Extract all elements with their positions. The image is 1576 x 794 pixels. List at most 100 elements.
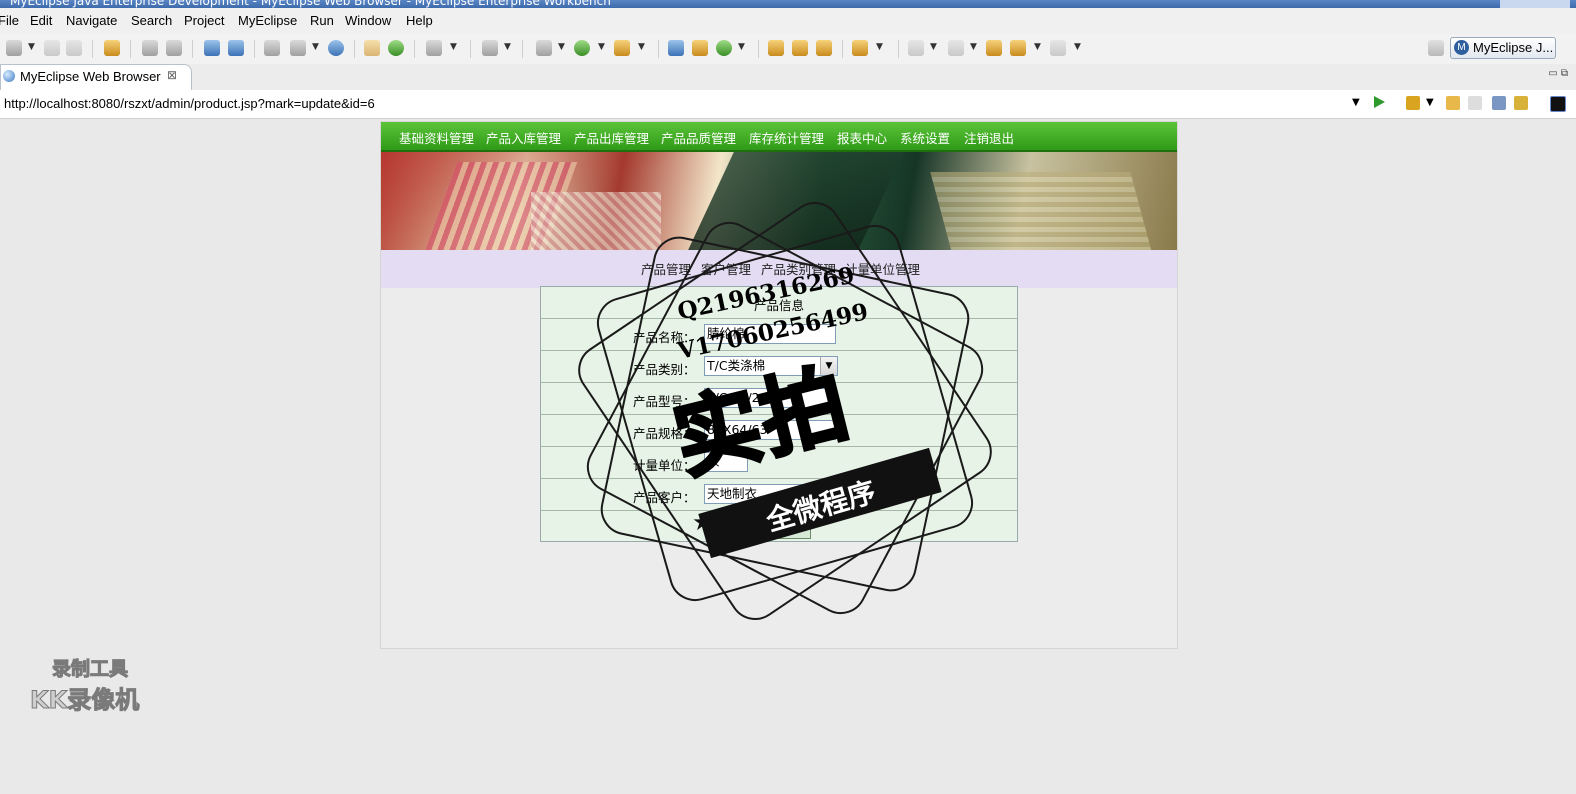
window-controls[interactable] [1500,0,1570,8]
new-icon[interactable] [6,40,22,56]
go-icon[interactable] [1374,96,1385,108]
form-title: 产品信息 [753,298,804,313]
menu-project[interactable]: Project [184,13,224,28]
deploy-icon[interactable] [264,40,280,56]
nav-item-quality[interactable]: 产品品质管理 [661,128,736,147]
menu-bar: File Edit Navigate Search Project MyEcli… [0,8,1576,34]
folder-icon[interactable] [852,40,868,56]
open-folder-icon[interactable] [364,40,380,56]
menu-edit[interactable]: Edit [30,13,52,28]
tab-web-browser[interactable]: MyEclipse Web Browser ⊠ [0,64,192,90]
nav-item-stock-out[interactable]: 产品出库管理 [574,128,649,147]
chevron-down-icon[interactable]: ▼ [820,357,837,375]
form-row: 产品名称： 腈纶棉 [541,319,1017,351]
unit-select[interactable]: 米 [704,452,748,472]
stop-icon[interactable] [1492,96,1506,110]
chevron-down-icon[interactable]: ▼ [1074,42,1081,52]
toolbar-separator [842,40,843,58]
nav-item-inventory[interactable]: 库存统计管理 [749,128,824,147]
product-spec-field[interactable]: 88X64/63 [704,420,836,440]
menu-file[interactable]: File [0,13,19,28]
chevron-down-icon[interactable]: ▼ [876,42,883,52]
back-arrow-icon[interactable] [1010,40,1026,56]
minimize-maximize-icon[interactable]: ▭ ⧉ [1548,68,1568,79]
package-icon[interactable] [104,40,120,56]
chevron-down-icon[interactable]: ▼ [312,42,319,52]
console-icon[interactable] [1550,96,1566,112]
debug-icon[interactable] [536,40,552,56]
chevron-down-icon[interactable]: ▼ [1426,97,1434,108]
bug-icon[interactable] [142,40,158,56]
camera-icon[interactable] [426,40,442,56]
open-type-icon[interactable] [768,40,784,56]
perspective-label: MyEclipse J... [1473,40,1554,55]
open-resource-icon[interactable] [792,40,808,56]
chevron-down-icon[interactable]: ▼ [504,42,511,52]
back-arrow-icon[interactable] [1446,96,1460,110]
nav-item-logout[interactable]: 注销退出 [964,128,1014,147]
menu-help[interactable]: Help [406,13,433,28]
menu-run[interactable]: Run [310,13,334,28]
wizard-icon[interactable] [204,40,220,56]
menu-window[interactable]: Window [345,13,391,28]
subnav-item-units[interactable]: 计量单位管理 [845,259,920,278]
chevron-down-icon[interactable]: ▼ [450,42,457,52]
url-input[interactable]: http://localhost:8080/rszxt/admin/produc… [4,96,375,111]
chevron-down-icon[interactable]: ▼ [930,42,937,52]
new-type-icon[interactable] [692,40,708,56]
open-perspective-icon[interactable] [1428,40,1444,56]
new-package-icon[interactable] [668,40,684,56]
toolbar-separator [898,40,899,58]
edit-wizard-icon[interactable] [228,40,244,56]
perspective-switcher[interactable]: M MyEclipse J... [1450,37,1556,59]
nav-item-settings[interactable]: 系统设置 [900,128,950,147]
chevron-down-icon[interactable]: ▼ [1352,97,1360,108]
globe-icon[interactable] [328,40,344,56]
chevron-down-icon[interactable]: ▼ [970,42,977,52]
search-icon[interactable] [816,40,832,56]
forward-arrow-icon[interactable] [1050,40,1066,56]
next-annotation-icon[interactable] [908,40,924,56]
chevron-down-icon[interactable]: ▼ [738,42,745,52]
menu-search[interactable]: Search [131,13,172,28]
watermark-line2: KK录像机 [29,686,140,715]
prev-annotation-icon[interactable] [948,40,964,56]
menu-navigate[interactable]: Navigate [66,13,117,28]
close-icon[interactable]: ⊠ [167,68,177,82]
banner-image [381,152,1177,250]
chevron-down-icon[interactable]: ▼ [28,42,35,52]
save-icon[interactable] [44,40,60,56]
product-category-select[interactable]: T/C类涤棉 ▼ [704,356,838,376]
menu-myeclipse[interactable]: MyEclipse [238,13,297,28]
product-customer-field[interactable]: 天地制衣 [704,484,836,504]
main-toolbar: ▼ ▼ ▼ ▼ ▼ ▼ ▼ ▼ ▼ ▼ ▼ ▼ ▼ [0,34,1576,65]
last-edit-icon[interactable] [986,40,1002,56]
subnav-item-products[interactable]: 产品管理 [641,259,691,278]
server-icon[interactable] [166,40,182,56]
refresh-icon[interactable] [1514,96,1528,110]
chevron-down-icon[interactable]: ▼ [638,42,645,52]
toolbar-separator [192,40,193,58]
refresh-icon[interactable] [716,40,732,56]
forward-arrow-icon[interactable] [1468,96,1482,110]
add-icon[interactable] [388,40,404,56]
server-run-icon[interactable] [290,40,306,56]
sub-nav: 产品管理 客户管理 产品类别管理 计量单位管理 [381,250,1177,288]
subnav-item-categories[interactable]: 产品类别管理 [761,259,836,278]
external-tools-icon[interactable] [614,40,630,56]
product-model-field[interactable]: T/C 40/2 [704,388,836,408]
run-icon[interactable] [574,40,590,56]
product-name-field[interactable]: 腈纶棉 [704,324,836,344]
submit-button[interactable]: 修改 [761,519,811,539]
chevron-down-icon[interactable]: ▼ [1034,42,1041,52]
chevron-down-icon[interactable]: ▼ [558,42,565,52]
favorites-icon[interactable] [1406,96,1420,110]
print-icon[interactable] [66,40,82,56]
nav-item-basic-data[interactable]: 基础资料管理 [399,128,474,147]
chevron-down-icon[interactable]: ▼ [598,42,605,52]
nav-item-stock-in[interactable]: 产品入库管理 [486,128,561,147]
toolbar-separator [414,40,415,58]
nav-item-reports[interactable]: 报表中心 [837,128,887,147]
new-class-icon[interactable] [482,40,498,56]
subnav-item-customers[interactable]: 客户管理 [701,259,751,278]
